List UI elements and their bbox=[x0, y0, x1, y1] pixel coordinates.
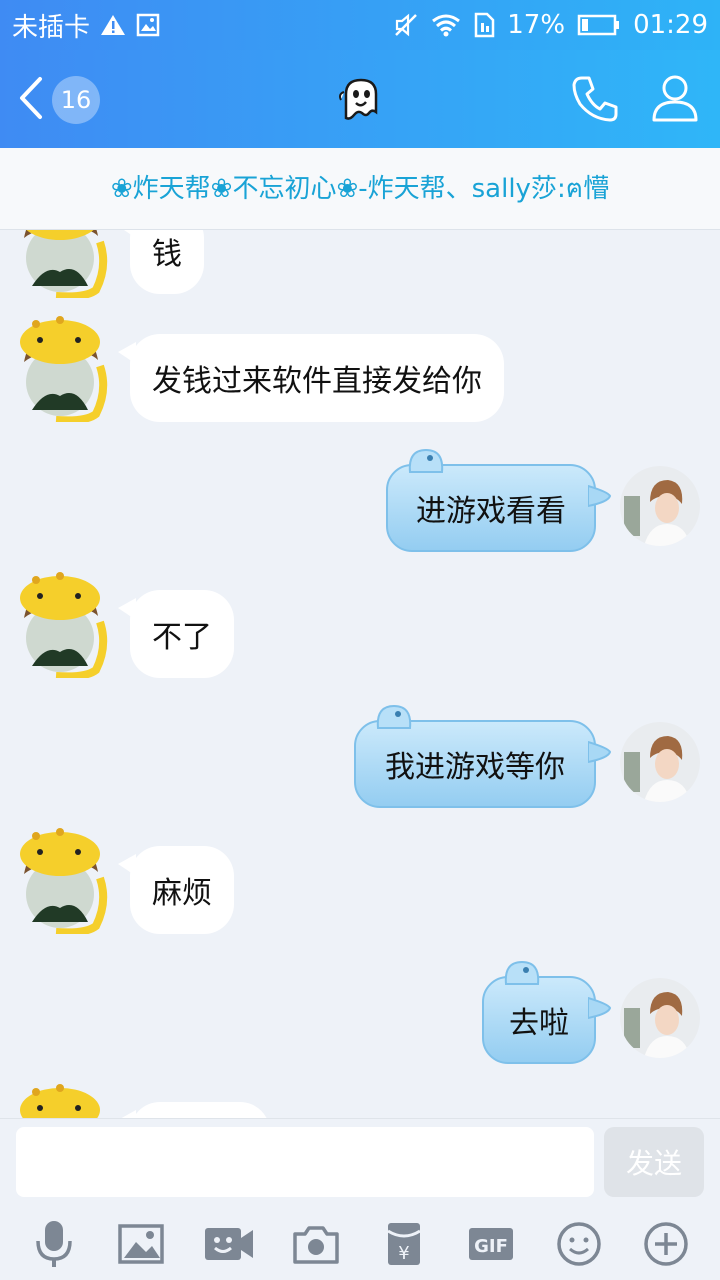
message-input-bar: 发送 bbox=[0, 1118, 720, 1208]
message-text: 我进游戏等你 bbox=[385, 750, 565, 785]
message-text: 去啦 bbox=[509, 1006, 569, 1041]
gif-icon[interactable]: GIF bbox=[463, 1216, 519, 1272]
ghost-icon[interactable] bbox=[336, 74, 386, 124]
plus-icon[interactable] bbox=[638, 1216, 694, 1272]
bubble-decoration-icon bbox=[408, 448, 444, 473]
group-profile-button[interactable] bbox=[650, 72, 700, 124]
picture-notification-icon bbox=[136, 13, 160, 37]
message-bubble-right[interactable]: 我进游戏等你 bbox=[354, 704, 612, 808]
wifi-icon bbox=[431, 13, 461, 37]
message-bubble-left[interactable]: 钱 bbox=[118, 230, 204, 294]
sender-avatar[interactable] bbox=[16, 310, 112, 425]
bubble-decoration-icon bbox=[504, 960, 540, 985]
mic-icon[interactable] bbox=[26, 1216, 82, 1272]
bubble-decoration-icon bbox=[376, 704, 412, 729]
chat-header: 16 bbox=[0, 50, 720, 148]
message-input[interactable] bbox=[16, 1127, 594, 1197]
input-toolbar: ¥ GIF bbox=[0, 1208, 720, 1280]
svg-text:¥: ¥ bbox=[398, 1243, 409, 1264]
gif-label: GIF bbox=[474, 1236, 508, 1257]
sender-avatar[interactable] bbox=[16, 822, 112, 937]
message-bubble-left[interactable] bbox=[118, 1102, 270, 1118]
phone-call-button[interactable] bbox=[570, 74, 620, 124]
red-packet-icon[interactable]: ¥ bbox=[376, 1216, 432, 1272]
mute-icon bbox=[393, 12, 419, 38]
warning-icon bbox=[100, 13, 126, 37]
sim-icon bbox=[473, 12, 495, 38]
back-arrow-icon bbox=[18, 76, 44, 124]
phone-icon bbox=[570, 76, 620, 128]
my-avatar[interactable] bbox=[620, 722, 700, 802]
battery-icon bbox=[577, 13, 621, 37]
message-list[interactable]: 钱 发钱过来软件直接发给你 进游戏看看 不了 我进游戏等你 麻烦 去啦 bbox=[0, 230, 720, 1118]
message-text: 进游戏看看 bbox=[416, 494, 566, 529]
camera-icon[interactable] bbox=[288, 1216, 344, 1272]
emoji-icon[interactable] bbox=[551, 1216, 607, 1272]
sender-avatar[interactable] bbox=[16, 1078, 112, 1118]
back-button[interactable]: 16 bbox=[18, 76, 108, 124]
sender-avatar[interactable] bbox=[16, 566, 112, 681]
my-avatar[interactable] bbox=[620, 466, 700, 546]
status-bar: 未插卡 17% 01:29 bbox=[0, 0, 720, 50]
image-icon[interactable] bbox=[113, 1216, 169, 1272]
group-members-text: ❀炸天帮❀不忘初心❀-炸天帮、sally莎:ฅ懵 bbox=[110, 174, 610, 204]
message-bubble-right[interactable]: 去啦 bbox=[482, 960, 612, 1064]
message-text: 钱 bbox=[152, 237, 182, 272]
message-text: 麻烦 bbox=[152, 876, 212, 911]
message-bubble-left[interactable]: 麻烦 bbox=[118, 846, 234, 934]
video-icon[interactable] bbox=[201, 1216, 257, 1272]
message-bubble-left[interactable]: 不了 bbox=[118, 590, 234, 678]
clock: 01:29 bbox=[633, 10, 708, 40]
unread-count-badge: 16 bbox=[52, 76, 100, 124]
message-text: 不了 bbox=[152, 620, 212, 655]
message-text: 发钱过来软件直接发给你 bbox=[152, 364, 482, 399]
group-members-bar[interactable]: ❀炸天帮❀不忘初心❀-炸天帮、sally莎:ฅ懵 bbox=[0, 148, 720, 230]
message-bubble-right[interactable]: 进游戏看看 bbox=[386, 448, 612, 552]
carrier-label: 未插卡 bbox=[12, 12, 91, 43]
profile-icon bbox=[650, 75, 700, 128]
my-avatar[interactable] bbox=[620, 978, 700, 1058]
message-bubble-left[interactable]: 发钱过来软件直接发给你 bbox=[118, 334, 504, 422]
sender-avatar[interactable] bbox=[16, 230, 112, 301]
battery-percent: 17% bbox=[507, 10, 566, 40]
send-button[interactable]: 发送 bbox=[604, 1127, 704, 1197]
